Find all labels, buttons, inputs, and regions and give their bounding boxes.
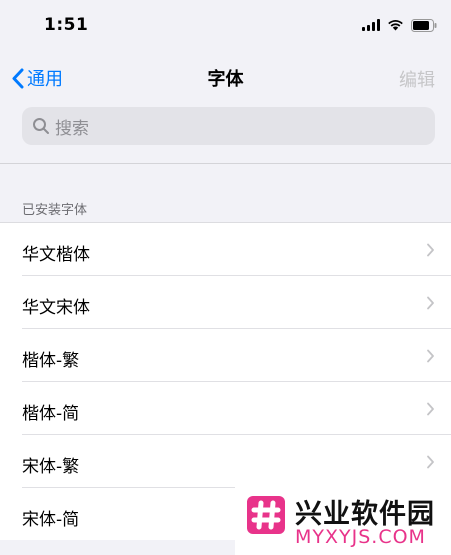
font-row-kaiti-simplified[interactable]: 楷体-简 xyxy=(0,382,451,435)
font-row-label: 楷体-繁 xyxy=(22,351,80,371)
wifi-icon xyxy=(388,20,403,31)
chevron-right-icon xyxy=(427,349,434,363)
chevron-right-icon xyxy=(427,455,434,469)
font-row-label: 华文楷体 xyxy=(22,245,90,265)
cellular-signal-icon xyxy=(362,19,380,31)
watermark-url: MYXYJS.COM xyxy=(295,526,426,548)
font-row-label: 华文宋体 xyxy=(22,298,90,318)
battery-icon xyxy=(411,18,437,32)
watermark-logo xyxy=(247,496,285,534)
divider xyxy=(0,163,451,164)
font-row-huawen-songti[interactable]: 华文宋体 xyxy=(0,276,451,329)
font-row-label: 宋体-繁 xyxy=(22,457,80,477)
hash-icon xyxy=(251,500,281,530)
watermark: 兴业软件园 MYXYJS.COM xyxy=(235,486,451,555)
font-row-label: 楷体-简 xyxy=(22,404,80,424)
navigation-bar: 通用 字体 编辑 xyxy=(0,52,451,102)
font-row-kaiti-traditional[interactable]: 楷体-繁 xyxy=(0,329,451,382)
status-bar: 1:51 xyxy=(0,0,451,52)
font-row-songti-traditional[interactable]: 宋体-繁 xyxy=(0,435,451,488)
chevron-right-icon xyxy=(427,243,434,257)
search-icon xyxy=(33,118,49,134)
page-title: 字体 xyxy=(207,69,244,90)
font-row-huawen-kaiti[interactable]: 华文楷体 xyxy=(0,223,451,276)
font-row-label: 宋体-简 xyxy=(22,510,80,530)
search-placeholder: 搜索 xyxy=(55,118,89,139)
status-time: 1:51 xyxy=(44,15,89,35)
status-icons xyxy=(362,17,437,33)
search-input[interactable]: 搜索 xyxy=(22,107,435,145)
section-header: 已安装字体 xyxy=(22,203,88,218)
chevron-right-icon xyxy=(427,296,434,310)
chevron-right-icon xyxy=(427,402,434,416)
edit-button[interactable]: 编辑 xyxy=(399,66,435,92)
